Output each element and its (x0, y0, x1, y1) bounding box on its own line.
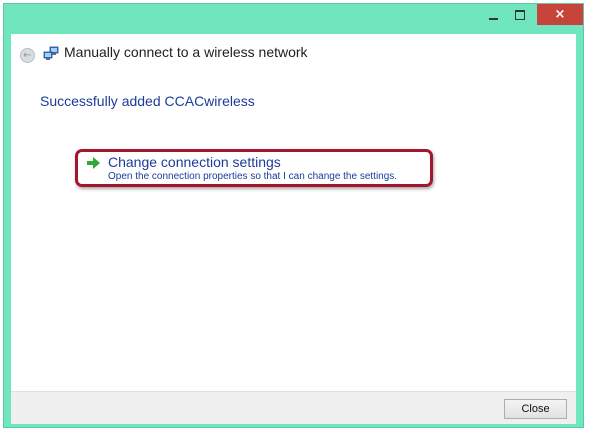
green-arrow-icon (87, 157, 100, 169)
back-button[interactable]: ← (20, 48, 35, 63)
dialog-content: ← Manually connect to a wireless network… (11, 34, 576, 391)
change-connection-settings-option[interactable]: Change connection settings Open the conn… (75, 149, 433, 187)
dialog-footer: Close (11, 391, 576, 424)
minimize-icon (488, 17, 498, 20)
close-button[interactable]: Close (504, 399, 567, 419)
minimize-button[interactable] (480, 4, 506, 25)
maximize-icon (515, 9, 525, 20)
title-bar: × (4, 4, 583, 34)
option-title: Change connection settings (108, 154, 281, 170)
status-message: Successfully added CCACwireless (40, 93, 255, 109)
back-arrow-icon: ← (23, 49, 32, 61)
dialog-window: × ← Manually connect to a wireless netwo… (3, 3, 584, 428)
window-title: Manually connect to a wireless network (64, 44, 308, 60)
close-icon: × (554, 7, 566, 22)
option-description: Open the connection properties so that I… (108, 171, 398, 182)
maximize-button[interactable] (507, 4, 533, 25)
close-window-button[interactable]: × (537, 4, 583, 25)
network-icon (43, 46, 59, 60)
